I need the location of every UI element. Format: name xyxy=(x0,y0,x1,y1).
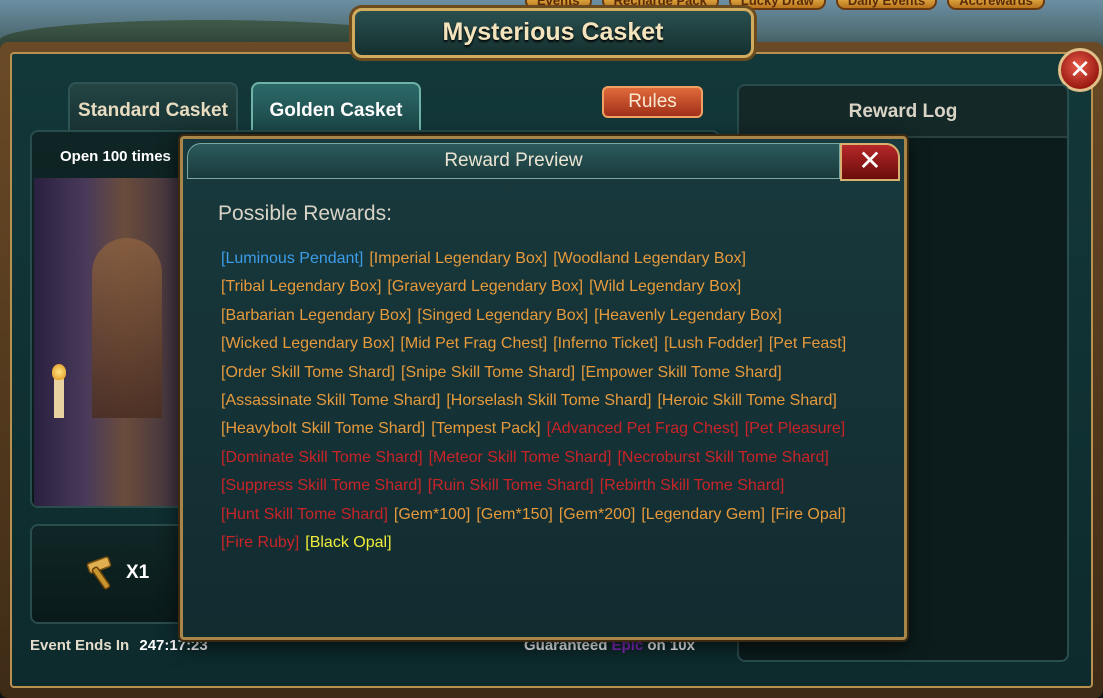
reward-item[interactable]: [Graveyard Legendary Box] xyxy=(387,273,583,301)
rules-button[interactable]: Rules xyxy=(602,86,703,118)
reward-item[interactable]: [Black Opal] xyxy=(305,529,391,557)
hammer-quantity: X1 xyxy=(126,562,150,583)
reward-item[interactable]: [Barbarian Legendary Box] xyxy=(221,302,411,330)
window-title-plate: Mysterious Casket xyxy=(352,8,754,58)
reward-item[interactable]: [Horselash Skill Tome Shard] xyxy=(446,387,651,415)
reward-item[interactable]: [Heavenly Legendary Box] xyxy=(594,302,782,330)
reward-list: [Luminous Pendant] [Imperial Legendary Bo… xyxy=(221,245,885,557)
top-nav-daily-events-button[interactable]: Daily Events xyxy=(835,0,938,10)
reward-item[interactable]: [Fire Opal] xyxy=(771,501,846,529)
casket-artwork xyxy=(34,178,184,506)
reward-item[interactable]: [Pet Pleasure] xyxy=(745,415,846,443)
tab-standard-casket[interactable]: Standard Casket xyxy=(68,82,238,130)
reward-item[interactable]: [Rebirth Skill Tome Shard] xyxy=(600,472,785,500)
reward-item[interactable]: [Wicked Legendary Box] xyxy=(221,330,394,358)
arch-door-art xyxy=(92,238,162,418)
reward-preview-close-button[interactable]: ✕ xyxy=(840,143,900,181)
reward-preview-dialog: Reward Preview ✕ Possible Rewards: [Lumi… xyxy=(180,136,907,640)
reward-item[interactable]: [Singed Legendary Box] xyxy=(417,302,588,330)
reward-item[interactable]: [Empower Skill Tome Shard] xyxy=(581,359,782,387)
reward-item[interactable]: [Suppress Skill Tome Shard] xyxy=(221,472,422,500)
reward-item[interactable]: [Gem*200] xyxy=(559,501,635,529)
reward-item[interactable]: [Gem*100] xyxy=(394,501,470,529)
reward-item[interactable]: [Necroburst Skill Tome Shard] xyxy=(617,444,828,472)
close-icon: ✕ xyxy=(1069,54,1091,84)
candle-flame-art xyxy=(52,364,66,380)
hammer-icon xyxy=(86,556,112,590)
tab-golden-casket[interactable]: Golden Casket xyxy=(251,82,421,130)
reward-preview-header: Reward Preview xyxy=(187,143,840,179)
reward-item[interactable]: [Heroic Skill Tome Shard] xyxy=(657,387,836,415)
reward-item[interactable]: [Gem*150] xyxy=(476,501,552,529)
reward-item[interactable]: [Legendary Gem] xyxy=(641,501,765,529)
reward-log-title: Reward Log xyxy=(739,86,1067,138)
reward-preview-title: Reward Preview xyxy=(444,150,583,171)
event-ends-label: Event Ends In xyxy=(30,637,130,654)
reward-item[interactable]: [Ruin Skill Tome Shard] xyxy=(428,472,594,500)
reward-item[interactable]: [Meteor Skill Tome Shard] xyxy=(429,444,612,472)
open-100-label[interactable]: Open 100 times xyxy=(60,148,171,165)
reward-item[interactable]: [Advanced Pet Frag Chest] xyxy=(547,415,739,443)
reward-item[interactable]: [Order Skill Tome Shard] xyxy=(221,359,395,387)
top-nav-accrewards-button[interactable]: Accrewards xyxy=(947,0,1045,10)
candle-art xyxy=(54,378,64,418)
reward-item[interactable]: [Inferno Ticket] xyxy=(553,330,658,358)
reward-item[interactable]: [Hunt Skill Tome Shard] xyxy=(221,501,388,529)
reward-item[interactable]: [Pet Feast] xyxy=(769,330,846,358)
reward-item[interactable]: [Tempest Pack] xyxy=(431,415,540,443)
close-icon: ✕ xyxy=(858,145,882,176)
window-title: Mysterious Casket xyxy=(442,18,664,46)
reward-item[interactable]: [Tribal Legendary Box] xyxy=(221,273,381,301)
reward-item[interactable]: [Woodland Legendary Box] xyxy=(553,245,746,273)
reward-item[interactable]: [Dominate Skill Tome Shard] xyxy=(221,444,423,472)
reward-item[interactable]: [Heavybolt Skill Tome Shard] xyxy=(221,415,425,443)
reward-item[interactable]: [Snipe Skill Tome Shard] xyxy=(401,359,575,387)
event-timer: Event Ends In 247:17:23 xyxy=(30,637,208,654)
possible-rewards-heading: Possible Rewards: xyxy=(218,202,392,225)
reward-item[interactable]: [Lush Fodder] xyxy=(664,330,763,358)
reward-item[interactable]: [Luminous Pendant] xyxy=(221,245,363,273)
reward-item[interactable]: [Fire Ruby] xyxy=(221,529,299,557)
reward-item[interactable]: [Assassinate Skill Tome Shard] xyxy=(221,387,440,415)
reward-item[interactable]: [Wild Legendary Box] xyxy=(589,273,741,301)
reward-item[interactable]: [Imperial Legendary Box] xyxy=(369,245,547,273)
reward-item[interactable]: [Mid Pet Frag Chest] xyxy=(400,330,547,358)
